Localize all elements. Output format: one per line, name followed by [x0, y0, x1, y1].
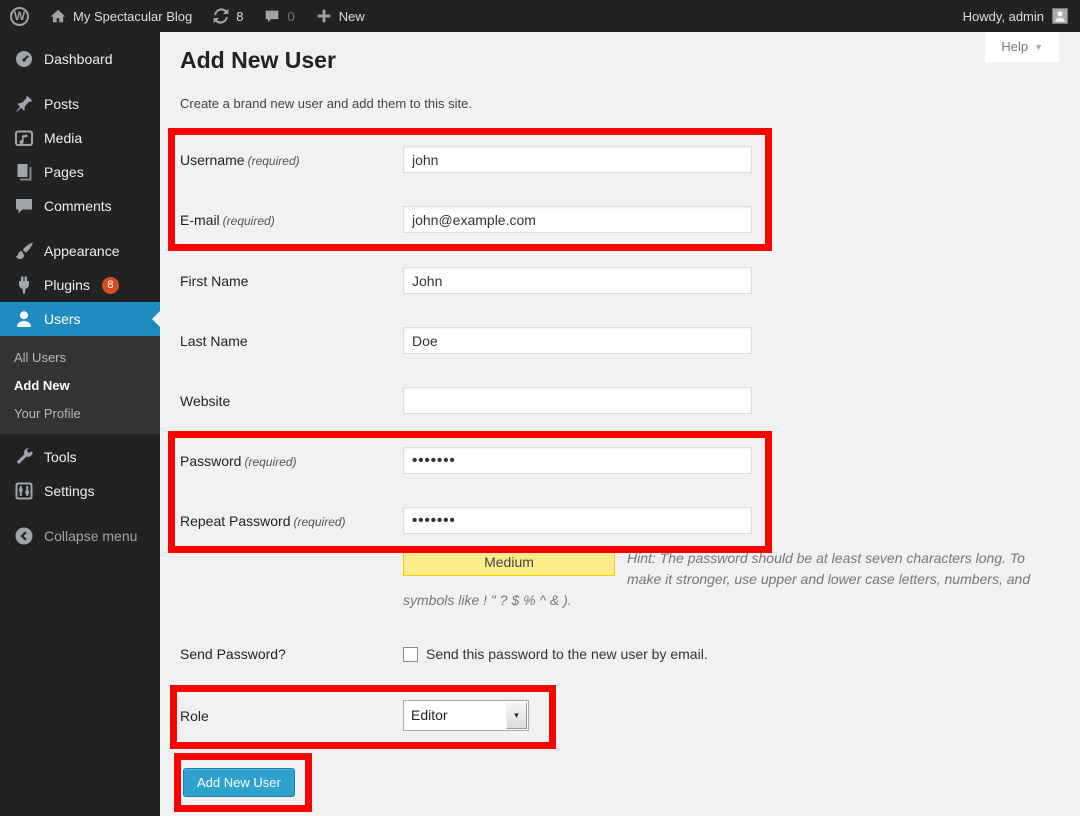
admin-sidebar: Dashboard Posts Media Pages Comments — [0, 32, 160, 816]
current-menu-arrow — [152, 311, 160, 327]
send-password-label: Send Password? — [180, 646, 403, 662]
repeat-password-row: Repeat Password(required) — [180, 506, 1060, 535]
sidebar-item-users[interactable]: Users — [0, 302, 160, 336]
plugins-update-badge: 8 — [102, 277, 119, 294]
page-title: Add New User — [180, 47, 336, 74]
comment-count: 0 — [287, 9, 294, 24]
last-name-label: Last Name — [180, 333, 403, 349]
add-new-user-button[interactable]: Add New User — [183, 768, 295, 797]
submenu-item-all-users[interactable]: All Users — [0, 343, 160, 371]
first-name-row: First Name — [180, 266, 1060, 295]
dashboard-icon — [14, 49, 34, 69]
role-label: Role — [180, 708, 403, 724]
last-name-row: Last Name — [180, 326, 1060, 355]
username-label: Username(required) — [180, 152, 403, 168]
sidebar-item-posts[interactable]: Posts — [0, 87, 160, 121]
plus-icon — [315, 7, 333, 25]
site-name-link[interactable]: My Spectacular Blog — [39, 0, 202, 32]
sidebar-item-pages[interactable]: Pages — [0, 155, 160, 189]
comments-bubble-icon — [263, 7, 281, 25]
sidebar-item-media[interactable]: Media — [0, 121, 160, 155]
help-button[interactable]: Help ▼ — [985, 32, 1059, 62]
password-input[interactable] — [403, 447, 752, 474]
chevron-down-icon: ▼ — [1034, 42, 1043, 52]
password-row: Password(required) — [180, 446, 1060, 475]
users-submenu: All Users Add New Your Profile — [0, 336, 160, 434]
email-input[interactable] — [403, 206, 752, 233]
password-strength-block: Medium Hint: The password should be at l… — [403, 548, 1036, 611]
password-label: Password(required) — [180, 453, 403, 469]
website-label: Website — [180, 393, 403, 409]
page-subtitle: Create a brand new user and add them to … — [180, 96, 472, 111]
comment-icon — [14, 196, 34, 216]
username-input[interactable] — [403, 146, 752, 173]
send-password-checkbox-label: Send this password to the new user by em… — [426, 646, 708, 662]
sidebar-item-plugins[interactable]: Plugins 8 — [0, 268, 160, 302]
updates-link[interactable]: 8 — [202, 0, 253, 32]
howdy-text: Howdy, admin — [963, 9, 1044, 24]
collapse-icon — [14, 526, 34, 546]
new-label: New — [339, 9, 365, 24]
role-selected-value: Editor — [411, 707, 448, 723]
required-note: (required) — [248, 154, 300, 168]
sidebar-item-settings[interactable]: Settings — [0, 474, 160, 508]
update-count: 8 — [236, 9, 243, 24]
first-name-input[interactable] — [403, 267, 752, 294]
sidebar-item-dashboard[interactable]: Dashboard — [0, 42, 160, 76]
plugin-icon — [14, 275, 34, 295]
admin-bar: W My Spectacular Blog 8 0 New Howdy, adm… — [0, 0, 1080, 32]
role-select[interactable]: Editor ▼ — [403, 700, 529, 731]
avatar — [1052, 8, 1068, 24]
comments-link[interactable]: 0 — [253, 0, 304, 32]
website-row: Website — [180, 386, 1060, 415]
sidebar-item-collapse-menu[interactable]: Collapse menu — [0, 519, 160, 553]
main-content: Help ▼ Add New User Create a brand new u… — [160, 32, 1080, 816]
update-icon — [212, 7, 230, 25]
wordpress-logo-icon: W — [10, 7, 29, 26]
my-account-link[interactable]: Howdy, admin — [963, 8, 1080, 24]
select-dropdown-button[interactable]: ▼ — [506, 702, 527, 729]
pushpin-icon — [14, 94, 34, 114]
submenu-item-your-profile[interactable]: Your Profile — [0, 399, 160, 427]
email-label: E-mail(required) — [180, 212, 403, 228]
website-input[interactable] — [403, 387, 752, 414]
send-password-checkbox[interactable] — [403, 647, 418, 662]
new-content-link[interactable]: New — [305, 0, 375, 32]
media-icon — [14, 128, 34, 148]
user-icon — [14, 309, 34, 329]
submenu-item-add-new[interactable]: Add New — [0, 371, 160, 399]
required-note: (required) — [244, 455, 296, 469]
sidebar-item-appearance[interactable]: Appearance — [0, 234, 160, 268]
pages-icon — [14, 162, 34, 182]
repeat-password-input[interactable] — [403, 507, 752, 534]
wp-logo-menu[interactable]: W — [0, 0, 39, 32]
username-row: Username(required) — [180, 145, 1060, 174]
sidebar-item-comments[interactable]: Comments — [0, 189, 160, 223]
repeat-password-label: Repeat Password(required) — [180, 513, 403, 529]
home-icon — [49, 7, 67, 25]
password-strength-meter: Medium — [403, 548, 615, 576]
required-note: (required) — [294, 515, 346, 529]
paintbrush-icon — [14, 241, 34, 261]
sidebar-item-tools[interactable]: Tools — [0, 440, 160, 474]
last-name-input[interactable] — [403, 327, 752, 354]
email-row: E-mail(required) — [180, 205, 1060, 234]
first-name-label: First Name — [180, 273, 403, 289]
send-password-row: Send Password? Send this password to the… — [180, 645, 1060, 663]
required-note: (required) — [223, 214, 275, 228]
site-name: My Spectacular Blog — [73, 9, 192, 24]
role-row: Role Editor ▼ — [180, 700, 1060, 731]
wrench-icon — [14, 447, 34, 467]
settings-icon — [14, 481, 34, 501]
